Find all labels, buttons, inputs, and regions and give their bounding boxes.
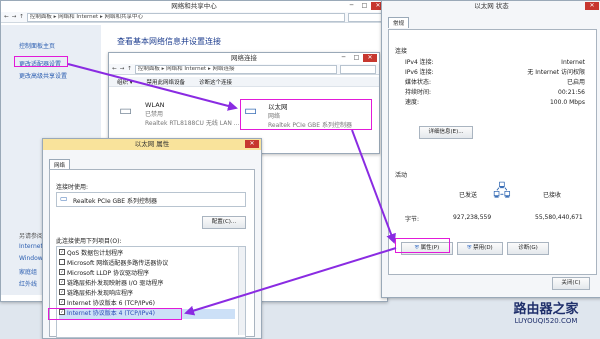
arrow-to-properties-button: [351, 129, 396, 244]
watermark: 路由器之家 LUYOUQI520.COM: [496, 298, 596, 325]
watermark-url: LUYOUQI520.COM: [514, 317, 578, 325]
arrow-to-ipv4: [184, 247, 397, 316]
annotation-arrows: [67, 63, 397, 316]
arrow-to-ethernet: [67, 63, 238, 111]
watermark-title: 路由器之家: [513, 302, 579, 317]
